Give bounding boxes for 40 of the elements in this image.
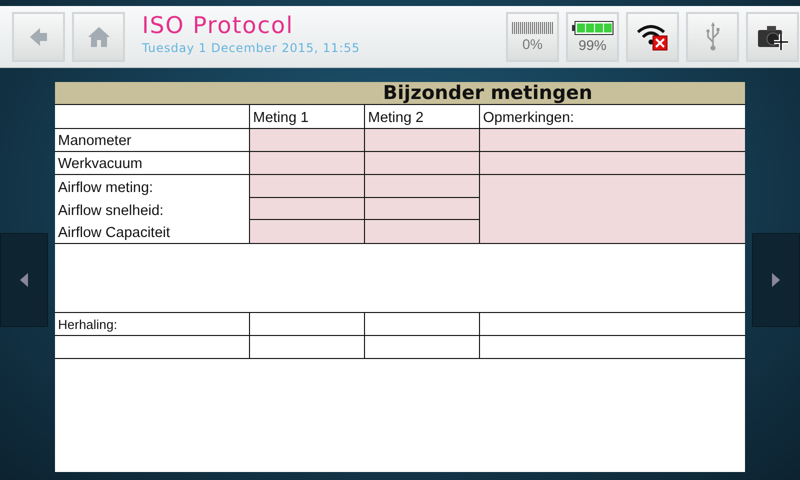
input-field[interactable]	[250, 198, 364, 220]
column-header: Meting 2	[365, 105, 480, 128]
input-field[interactable]	[480, 175, 745, 243]
input-field[interactable]	[250, 175, 364, 198]
battery-icon	[572, 20, 614, 34]
storage-button[interactable]: 0%	[506, 12, 559, 62]
usb-button[interactable]	[686, 12, 739, 62]
home-button[interactable]	[72, 12, 125, 62]
input-field[interactable]	[250, 129, 365, 151]
input-field[interactable]	[365, 129, 480, 151]
back-button[interactable]	[12, 12, 65, 62]
input-field[interactable]	[365, 220, 479, 243]
row-label: Airflow snelheid:	[57, 202, 165, 220]
camera-button[interactable]	[746, 12, 799, 62]
column-header: Opmerkingen:	[482, 109, 576, 128]
home-icon	[86, 26, 110, 48]
input-field[interactable]	[250, 220, 364, 243]
row-label: Airflow meting:	[57, 179, 154, 198]
back-arrow-icon	[30, 26, 48, 48]
input-field[interactable]	[250, 152, 365, 174]
input-field[interactable]	[365, 152, 480, 174]
input-field[interactable]	[365, 198, 479, 220]
storage-meter-icon	[512, 22, 554, 34]
table-title: Bijzonder metingen	[55, 82, 745, 105]
date-time: Tuesday 1 December 2015, 11:55	[142, 40, 360, 54]
left-triangle-icon	[20, 273, 28, 287]
previous-page-button[interactable]	[0, 233, 48, 327]
row-label: Herhaling:	[55, 313, 250, 335]
input-field[interactable]	[480, 152, 745, 174]
column-header: Meting 1	[250, 105, 365, 128]
wifi-button[interactable]	[626, 12, 679, 62]
right-triangle-icon	[772, 273, 780, 287]
input-field[interactable]	[365, 175, 479, 198]
row-label: Airflow Capaciteit	[57, 224, 172, 243]
app-title: ISO Protocol	[142, 12, 294, 38]
input-field[interactable]	[480, 129, 745, 151]
battery-button[interactable]: 99%	[566, 12, 619, 62]
camera-plus-icon	[756, 24, 788, 50]
next-page-button[interactable]	[752, 233, 800, 327]
usb-icon	[704, 22, 720, 52]
